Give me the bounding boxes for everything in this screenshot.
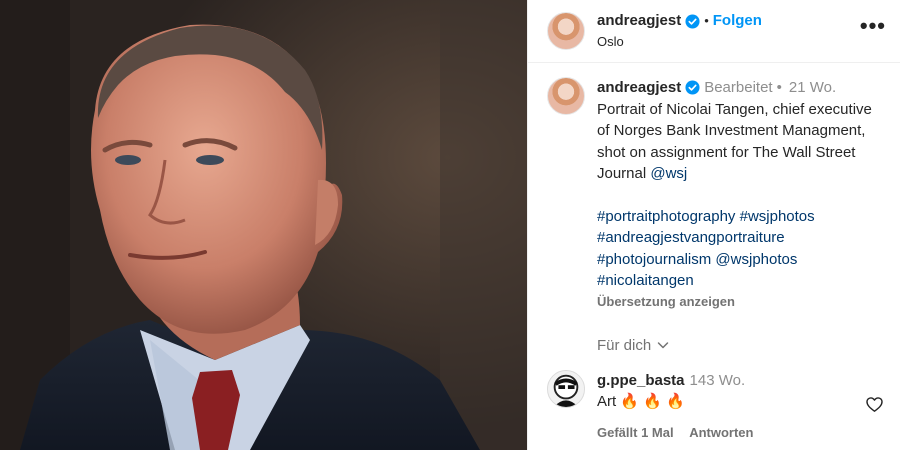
post-caption: andreagjest Bearbeitet • 21 Wo. Portrait… <box>528 63 900 356</box>
post-photo[interactable] <box>0 0 527 450</box>
comment-actions: Gefällt 1 Mal Antworten <box>597 422 900 443</box>
commenter-username[interactable]: g.ppe_basta <box>597 370 685 391</box>
caption-author-avatar[interactable] <box>547 77 585 115</box>
show-translation-button[interactable]: Übersetzung anzeigen <box>597 293 882 310</box>
comment-text: Art 🔥 🔥 🔥 <box>597 393 685 410</box>
comment-time[interactable]: 143 Wo. <box>690 370 746 391</box>
hashtag-link[interactable]: #photojournalism <box>597 251 711 268</box>
hashtag-link[interactable]: #portraitphotography <box>597 208 735 225</box>
more-horizontal-icon[interactable]: ••• <box>860 13 886 39</box>
like-heart-icon[interactable] <box>865 395 884 414</box>
portrait-image <box>0 0 527 450</box>
mention-link[interactable]: @wsjphotos <box>715 251 797 268</box>
hashtag-list: #portraitphotography #wsjphotos #andreag… <box>597 206 882 292</box>
post-modal: andreagjest • Folgen Oslo ••• andreagjes… <box>0 0 900 450</box>
mention-link[interactable]: @wsj <box>650 165 687 182</box>
chevron-down-icon <box>657 342 669 349</box>
for-you-label: Für dich <box>597 336 652 354</box>
caption-text-block: Portrait of Nicolai Tangen, chief execut… <box>597 99 882 185</box>
hashtag-link[interactable]: #nicolaitangen <box>597 272 694 289</box>
caption-separator: • <box>776 79 782 96</box>
author-username[interactable]: andreagjest <box>597 12 681 31</box>
caption-username[interactable]: andreagjest <box>597 77 681 99</box>
caption-time[interactable]: 21 Wo. <box>789 77 836 99</box>
comment-item: g.ppe_basta 143 Wo. Art 🔥 🔥 🔥 Gefällt 1 … <box>528 370 900 443</box>
caption-text: Portrait of Nicolai Tangen, chief execut… <box>597 100 872 183</box>
header-separator: • <box>704 13 709 29</box>
author-avatar[interactable] <box>547 12 585 50</box>
post-side-panel: andreagjest • Folgen Oslo ••• andreagjes… <box>527 0 900 450</box>
post-header: andreagjest • Folgen Oslo ••• <box>528 0 900 63</box>
hashtag-link[interactable]: #andreagjestvangportraiture <box>597 229 785 246</box>
verified-badge-icon <box>685 80 700 95</box>
verified-badge-icon <box>685 14 700 29</box>
edited-label: Bearbeitet <box>704 79 773 96</box>
for-you-dropdown[interactable]: Für dich <box>597 335 882 357</box>
post-location[interactable]: Oslo <box>597 34 860 50</box>
reply-button[interactable]: Antworten <box>689 425 753 440</box>
comment-likes[interactable]: Gefällt 1 Mal <box>597 425 674 440</box>
follow-button[interactable]: Folgen <box>713 12 762 31</box>
commenter-avatar-image <box>548 371 584 407</box>
hashtag-link[interactable]: #wsjphotos <box>740 208 815 225</box>
commenter-avatar[interactable] <box>547 370 585 408</box>
